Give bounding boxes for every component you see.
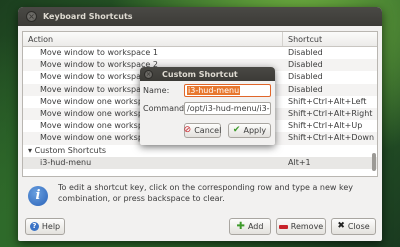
table-row[interactable]: i3-hud-menu Alt+1 — [23, 156, 377, 169]
name-field[interactable]: i3-hud-menu — [184, 84, 271, 97]
dialog-titlebar[interactable]: × Custom Shortcut — [140, 67, 275, 81]
remove-button-label: Remove — [290, 222, 324, 231]
info-panel: i To edit a shortcut key, click on the c… — [28, 183, 368, 213]
dialog-close-icon[interactable]: × — [144, 69, 153, 79]
info-icon: i — [28, 186, 48, 206]
window-titlebar[interactable]: × Keyboard Shortcuts — [18, 7, 382, 26]
info-text: To edit a shortcut key, click on the cor… — [58, 183, 354, 203]
row-shortcut: Shift+Ctrl+Alt+Up — [288, 121, 363, 131]
row-shortcut: Shift+Ctrl+Alt+Down — [288, 133, 375, 143]
vertical-scrollbar[interactable] — [371, 48, 376, 176]
cancel-icon: ⊘ — [183, 125, 192, 135]
close-button[interactable]: ✖ Close — [331, 218, 376, 235]
name-field-value: i3-hud-menu — [187, 86, 241, 95]
close-icon: ✖ — [337, 221, 345, 231]
add-button-label: Add — [247, 222, 264, 231]
column-header-shortcut[interactable]: Shortcut — [283, 32, 377, 46]
command-field[interactable]: /opt/i3-hud-menu/i3-h — [184, 102, 271, 115]
row-shortcut: Disabled — [288, 72, 323, 82]
dialog-title: Custom Shortcut — [162, 69, 238, 79]
group-label-text: Custom Shortcuts — [34, 145, 106, 155]
column-header-action[interactable]: Action — [23, 32, 283, 46]
row-shortcut: Disabled — [288, 48, 323, 57]
table-row[interactable]: Move window to workspace 1 Disabled — [23, 47, 377, 59]
window-title: Keyboard Shortcuts — [43, 12, 133, 21]
row-shortcut: Alt+1 — [288, 157, 311, 167]
row-action: i3-hud-menu — [40, 157, 92, 167]
scrollbar-thumb[interactable] — [372, 153, 376, 171]
row-shortcut: Shift+Ctrl+Alt+Right — [288, 108, 373, 118]
apply-button-label: Apply — [243, 126, 267, 135]
row-shortcut: Disabled — [288, 84, 323, 94]
group-label: ▾ Custom Shortcuts — [23, 145, 283, 157]
expander-arrow-icon[interactable]: ▾ — [28, 146, 32, 155]
apply-check-icon: ✔ — [232, 125, 241, 135]
help-button-label: Help — [41, 222, 61, 231]
cancel-button[interactable]: ⊘ Cancel — [184, 123, 221, 138]
row-shortcut: Disabled — [288, 60, 323, 70]
add-button[interactable]: ✚ Add — [229, 218, 271, 235]
list-header: Action Shortcut — [23, 32, 377, 47]
apply-button[interactable]: ✔ Apply — [228, 123, 271, 138]
cancel-button-label: Cancel — [194, 126, 222, 135]
row-shortcut: Shift+Ctrl+Alt+Left — [288, 96, 367, 106]
row-action: Move window to workspace 1 — [40, 48, 158, 57]
add-icon: ✚ — [236, 221, 245, 232]
close-button-label: Close — [347, 222, 370, 231]
window-close-icon[interactable]: × — [26, 11, 37, 22]
help-icon: ? — [29, 222, 39, 231]
custom-shortcut-dialog: × Custom Shortcut Name: i3-hud-menu Comm… — [140, 67, 275, 145]
remove-button[interactable]: Remove — [276, 218, 326, 235]
command-label: Command: — [143, 104, 187, 113]
name-label: Name: — [143, 86, 170, 95]
group-row-custom-shortcuts[interactable]: ▾ Custom Shortcuts — [23, 145, 377, 157]
remove-icon — [278, 224, 288, 229]
help-button[interactable]: ? Help — [25, 218, 65, 235]
